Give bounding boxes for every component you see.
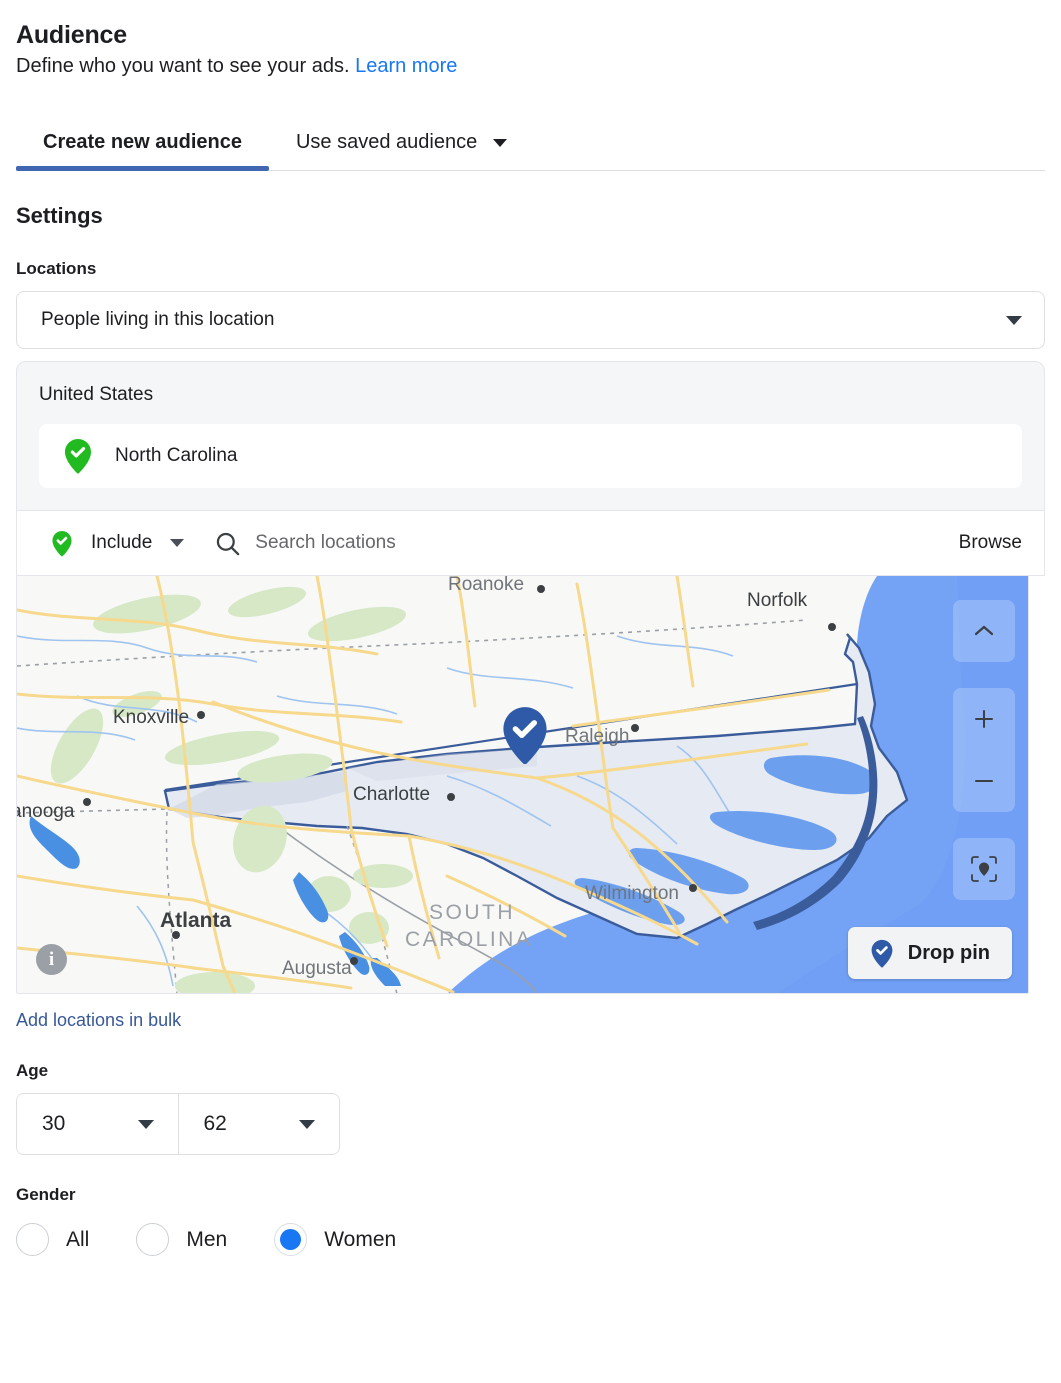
location-item-north-carolina[interactable]: North Carolina: [39, 424, 1022, 488]
chevron-down-icon: [492, 138, 507, 147]
gender-option-men-label: Men: [186, 1227, 228, 1251]
info-icon[interactable]: i: [36, 944, 67, 975]
locations-panel: United States North Carolina: [16, 361, 1045, 511]
city-dot: [350, 957, 358, 965]
radio-women[interactable]: [274, 1223, 308, 1256]
drop-pin-button[interactable]: Drop pin: [847, 927, 1012, 979]
age-max-value: 62: [203, 1112, 227, 1135]
city-dot: [447, 793, 455, 801]
age-range-group: 30 62: [16, 1093, 340, 1155]
settings-heading: Settings: [16, 203, 103, 228]
chevron-down-icon: [137, 1119, 154, 1129]
chevron-down-icon[interactable]: [170, 539, 185, 547]
tab-create-new-audience[interactable]: Create new audience: [16, 131, 269, 171]
location-type-value: People living in this location: [41, 309, 275, 330]
add-locations-in-bulk-link[interactable]: Add locations in bulk: [16, 1010, 181, 1031]
location-type-select[interactable]: People living in this location: [16, 291, 1045, 349]
location-item-label: North Carolina: [115, 445, 238, 466]
map-zoom-out-button[interactable]: [953, 750, 1015, 812]
map-controls: [953, 600, 1015, 900]
browse-button[interactable]: Browse: [959, 532, 1022, 554]
audience-panel: Audience Define who you want to see your…: [0, 0, 1061, 1383]
location-search-row: Include Search locations Browse: [16, 511, 1045, 576]
gender-radio-group: All Men Women: [16, 1223, 1045, 1256]
green-pin-check-icon: [51, 530, 73, 557]
locations-map[interactable]: Roanoke Norfolk Knoxville Raleigh Charlo…: [16, 576, 1029, 994]
audience-tabs: Create new audience Use saved audience: [16, 115, 1045, 171]
learn-more-link[interactable]: Learn more: [355, 55, 457, 77]
page-title: Audience: [16, 21, 127, 49]
search-input[interactable]: Search locations: [255, 532, 395, 554]
age-min-value: 30: [42, 1112, 66, 1135]
tab-use-saved-audience[interactable]: Use saved audience: [269, 131, 534, 170]
chevron-down-icon: [1006, 315, 1022, 325]
search-icon: [214, 530, 241, 557]
age-label: Age: [16, 1061, 49, 1080]
gender-option-all-label: All: [66, 1227, 90, 1251]
drop-pin-label: Drop pin: [907, 941, 990, 964]
gender-option-all[interactable]: All: [16, 1223, 136, 1256]
radio-all[interactable]: [16, 1223, 49, 1256]
tab-use-saved-audience-label: Use saved audience: [295, 131, 478, 153]
tab-create-new-audience-label: Create new audience: [43, 131, 242, 153]
include-dropdown-label[interactable]: Include: [91, 532, 152, 554]
map-collapse-button[interactable]: [953, 600, 1015, 662]
locations-label: Locations: [16, 259, 97, 278]
city-dot: [537, 585, 545, 593]
locations-country-label: United States: [39, 384, 154, 405]
city-dot: [631, 724, 639, 732]
radio-men[interactable]: [136, 1223, 170, 1256]
age-max-select[interactable]: 62: [177, 1094, 339, 1154]
map-locate-pin-button[interactable]: [953, 838, 1015, 900]
age-min-select[interactable]: 30: [17, 1094, 178, 1154]
subtitle-text: Define who you want to see your ads.: [16, 55, 350, 77]
map-zoom-in-button[interactable]: [953, 688, 1015, 750]
gender-label: Gender: [16, 1185, 76, 1204]
city-dot: [689, 884, 697, 892]
blue-pin-check-icon: [870, 939, 894, 968]
chevron-down-icon: [299, 1119, 315, 1129]
green-pin-check-icon: [63, 438, 93, 474]
city-dot: [828, 623, 836, 631]
city-dot: [172, 931, 180, 939]
gender-option-women-label: Women: [324, 1227, 397, 1251]
gender-option-women[interactable]: Women: [274, 1223, 443, 1256]
city-dot: [83, 798, 91, 806]
map-selected-pin-icon: [501, 706, 549, 764]
gender-option-men[interactable]: Men: [136, 1223, 274, 1256]
city-dot: [197, 711, 205, 719]
page-subtitle: Define who you want to see your ads. Lea…: [16, 53, 1045, 79]
